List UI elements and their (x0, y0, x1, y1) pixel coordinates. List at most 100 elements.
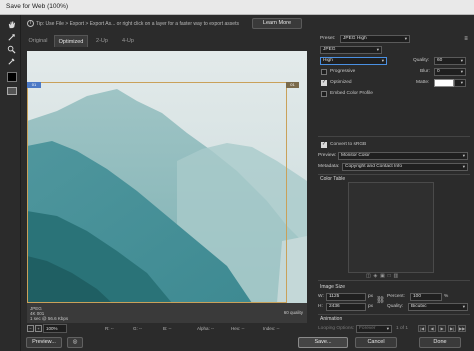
eyedropper-icon[interactable] (5, 56, 17, 67)
play-icon[interactable]: ▶ (438, 325, 446, 332)
map-color-icon[interactable]: ◫ (366, 273, 371, 279)
done-button[interactable]: Done (419, 337, 461, 348)
preview-color-label: Preview: (318, 153, 337, 158)
trash-icon[interactable]: ▥ (393, 273, 398, 279)
blur-input[interactable]: 0 ▾ (434, 68, 466, 76)
new-color-icon[interactable]: □ (388, 273, 391, 279)
hand-icon[interactable] (5, 19, 17, 30)
readout-alpha: Alpha: -- (197, 326, 215, 331)
metadata-value: Copyright and Contact Info (345, 164, 403, 169)
status-bar: − + 100% R: -- G: -- B: -- Alpha: -- Hex… (21, 323, 313, 335)
section-divider (318, 280, 470, 281)
chevron-down-icon: ▾ (376, 47, 379, 52)
chevron-down-icon: ▾ (462, 304, 465, 309)
lock-color-icon[interactable]: ▣ (380, 273, 385, 279)
slice-selection-box[interactable] (27, 82, 287, 303)
embed-color-profile-checkbox[interactable] (321, 91, 327, 97)
slice-select-icon[interactable] (5, 32, 17, 43)
readout-g: G: -- (133, 326, 142, 331)
readout-r: R: -- (105, 326, 114, 331)
readout-b: B: -- (163, 326, 172, 331)
matte-label: Matte: (416, 80, 430, 85)
optimization-settings-panel: Preset: JPEG High ▾ ≡ JPEG ▾ High ▾ Quality… (314, 33, 474, 333)
view-tabs: Original Optimized 2-Up 4-Up (24, 35, 307, 47)
width-input[interactable]: 1125 (326, 293, 366, 301)
color-table-title: Color Table (320, 176, 346, 182)
readout-hex: Hex: -- (231, 326, 245, 331)
eyedropper-color-swatch[interactable] (7, 72, 17, 82)
preset-select[interactable]: JPEG High ▾ (340, 35, 410, 43)
preset-label: Preset: (320, 36, 336, 41)
embed-color-profile-label: Embed Color Profile (330, 91, 373, 96)
link-constrain-icon[interactable]: ⛓ (376, 296, 385, 304)
height-unit: px (368, 304, 374, 309)
resample-quality-value: Bicubic (411, 304, 427, 309)
image-quality-readout: 60 quality (283, 310, 303, 315)
preview-color-value: Monitor Color (341, 153, 370, 158)
section-divider (318, 136, 470, 137)
animation-title: Animation (320, 316, 343, 322)
height-label: H: (318, 304, 323, 309)
preview-button[interactable]: Preview... (26, 337, 62, 348)
next-frame-icon[interactable]: ▶| (448, 325, 456, 332)
chevron-down-icon: ▾ (462, 164, 465, 169)
width-unit: px (368, 294, 374, 299)
zoom-out-icon[interactable]: − (27, 325, 34, 332)
color-table-tools: ◫ ◈ ▣ □ ▥ (366, 273, 398, 279)
download-time: 1 sec @ 56.6 Kbps (30, 316, 69, 321)
title-bar: Save for Web (100%) (0, 0, 474, 15)
looping-options-select[interactable]: Forever ▾ (356, 325, 392, 333)
toggle-slices-visibility-icon[interactable] (7, 87, 17, 95)
convert-srgb-checkbox[interactable] (321, 141, 327, 148)
tab-4-up[interactable]: 4-Up (118, 35, 138, 47)
image-size-title: Image Size (320, 284, 346, 290)
tip-text: Tip: Use File > Export > Export As... or… (36, 21, 239, 27)
browser-preview-icon[interactable]: ◎ (67, 337, 83, 348)
readout-index: Index: -- (263, 326, 280, 331)
progressive-checkbox[interactable] (321, 69, 327, 75)
looping-options-label: Looping Options: (318, 326, 355, 331)
zoom-level-select[interactable]: 100% (43, 324, 67, 333)
file-format-select[interactable]: JPEG ▾ (320, 46, 382, 54)
cancel-button[interactable]: Cancel (355, 337, 397, 348)
info-icon: i (27, 20, 34, 27)
section-divider (318, 174, 470, 175)
metadata-label: Metadata: (318, 164, 340, 169)
file-format-value: JPEG (323, 47, 336, 52)
looping-options-value: Forever (359, 326, 376, 331)
metadata-select[interactable]: Copyright and Contact Info ▾ (342, 163, 468, 171)
web-snap-icon[interactable]: ◈ (374, 273, 378, 279)
matte-dropdown[interactable]: ▾ (454, 79, 466, 87)
color-table-grid[interactable] (348, 182, 434, 273)
quality-input[interactable]: 60 ▾ (434, 57, 466, 65)
optimized-preview-canvas[interactable]: 01 01 (27, 51, 307, 303)
window-title: Save for Web (100%) (6, 3, 69, 10)
chevron-down-icon: ▾ (381, 58, 384, 63)
zoom-icon[interactable] (5, 44, 17, 55)
learn-more-button[interactable]: Learn More (252, 18, 302, 29)
image-info-panel: JPEG 4K 001 1 sec @ 56.6 Kbps 60 quality (27, 303, 307, 323)
dialog-button-bar: Preview... ◎ Save... Cancel Done (21, 335, 474, 351)
resample-quality-select[interactable]: Bicubic ▾ (408, 303, 468, 311)
tab-2-up[interactable]: 2-Up (92, 35, 112, 47)
percent-input[interactable]: 100 (410, 293, 442, 301)
previous-frame-icon[interactable]: ◀ (428, 325, 436, 332)
progressive-label: Progressive (330, 69, 356, 74)
chevron-down-icon: ▾ (460, 69, 463, 74)
settings-menu-icon[interactable]: ≡ (462, 35, 470, 43)
compression-quality-value: High (323, 58, 333, 63)
compression-quality-select[interactable]: High ▾ (320, 57, 387, 65)
matte-color-swatch[interactable] (434, 79, 454, 87)
first-frame-icon[interactable]: |◀ (418, 325, 426, 332)
tool-strip (0, 15, 21, 351)
zoom-in-icon[interactable]: + (35, 325, 42, 332)
blur-label: Blur: (420, 69, 430, 74)
preview-color-select[interactable]: Monitor Color ▾ (338, 152, 468, 160)
quality-label: Quality: (413, 58, 430, 63)
tab-original[interactable]: Original (26, 35, 50, 47)
optimized-checkbox[interactable] (321, 79, 327, 86)
height-input[interactable]: 2436 (326, 303, 366, 311)
tab-optimized[interactable]: Optimized (54, 35, 88, 47)
save-button[interactable]: Save... (298, 337, 348, 348)
last-frame-icon[interactable]: ▶▶ (458, 325, 466, 332)
